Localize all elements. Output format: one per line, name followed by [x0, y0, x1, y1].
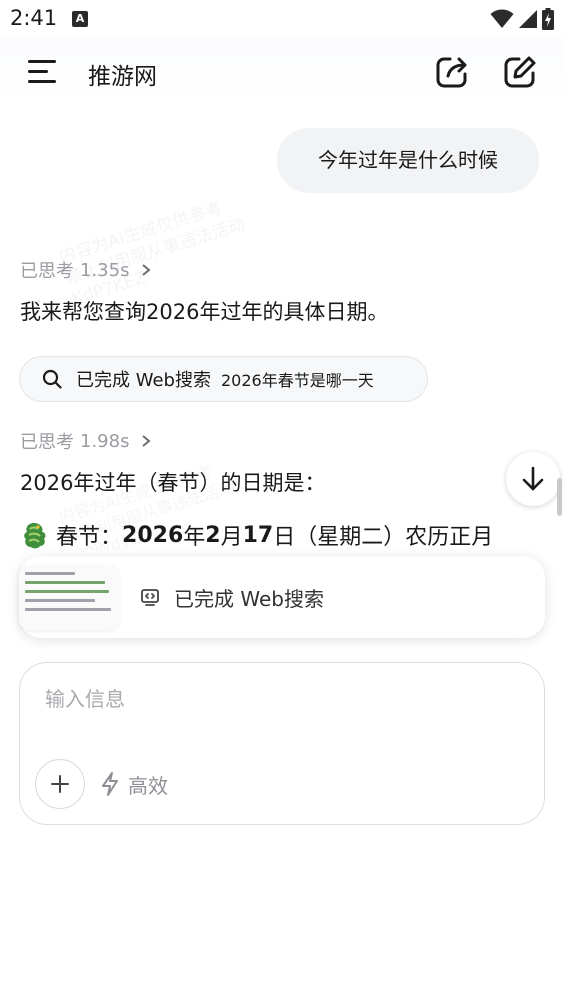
- month-unit: 月: [220, 525, 243, 550]
- wifi-icon: [490, 9, 514, 28]
- user-message-bubble[interactable]: 今年过年是什么时候: [277, 128, 539, 193]
- scrollbar-thumb[interactable]: [557, 478, 562, 516]
- festival-date-line: 春节： 2026 年 2 月 17 日 （星期二）农历正月: [20, 515, 493, 555]
- message-input-placeholder[interactable]: 输入信息: [45, 683, 125, 712]
- ai-response-text: 2026年过年（春节）的日期是：: [20, 471, 326, 495]
- festival-label: 春节：: [56, 525, 123, 550]
- thumbnail-line: [25, 581, 105, 584]
- thumbnail-line: [25, 590, 109, 593]
- festival-day: 17: [242, 522, 274, 548]
- dragon-icon: [24, 523, 46, 549]
- thinking-label: 已思考: [20, 261, 74, 282]
- thinking-toggle[interactable]: 已思考 1.98s: [20, 428, 152, 454]
- year-unit: 年: [183, 525, 206, 550]
- share-icon: [436, 57, 467, 88]
- chevron-right-icon: [142, 264, 152, 276]
- app-title: 推游网: [88, 64, 157, 90]
- festival-weekday: （星期二）农历正月: [295, 525, 494, 550]
- plus-icon: [51, 775, 69, 793]
- mode-label: 高效: [128, 773, 168, 798]
- ai-response-text: 我来帮您查询2026年过年的具体日期。: [20, 300, 389, 324]
- thumbnail-line: [25, 608, 111, 611]
- web-search-result-card[interactable]: 已完成 Web搜索: [19, 556, 545, 638]
- attach-button[interactable]: [35, 759, 85, 809]
- new-chat-icon: [504, 56, 536, 88]
- thinking-duration: 1.35s: [80, 259, 130, 281]
- message-composer[interactable]: 输入信息 高效: [19, 662, 545, 825]
- signal-icon: [519, 10, 537, 28]
- day-unit: 日: [273, 525, 296, 550]
- result-card-label: 已完成 Web搜索: [174, 587, 324, 611]
- search-result-thumbnail: [19, 566, 119, 630]
- menu-line: [28, 70, 48, 73]
- chevron-right-icon: [142, 435, 152, 447]
- thumbnail-line: [25, 599, 95, 602]
- thinking-duration: 1.98s: [80, 430, 130, 452]
- share-button[interactable]: [434, 54, 470, 90]
- festival-year: 2026: [122, 522, 184, 548]
- mode-selector-button[interactable]: 高效: [100, 769, 168, 799]
- status-icons: [490, 8, 554, 30]
- arrow-down-icon: [522, 466, 544, 491]
- status-bar: 2:41 A: [0, 0, 564, 38]
- search-icon: [42, 369, 62, 389]
- menu-line: [28, 60, 56, 63]
- web-search-query: 2026年春节是哪一天: [220, 371, 374, 390]
- battery-charging-icon: [542, 8, 554, 30]
- app-header: 推游网: [0, 38, 564, 104]
- lightning-icon: [102, 772, 118, 796]
- web-search-pill[interactable]: 已完成 Web搜索 2026年春节是哪一天: [19, 356, 428, 402]
- festival-month: 2: [205, 522, 221, 548]
- status-time: 2:41: [10, 6, 58, 30]
- web-source-icon: [141, 589, 159, 606]
- notification-badge: A: [72, 11, 88, 27]
- new-chat-button[interactable]: [502, 54, 538, 90]
- scroll-to-bottom-button[interactable]: [506, 452, 560, 506]
- thumbnail-line: [25, 572, 75, 575]
- thinking-label: 已思考: [20, 432, 74, 453]
- menu-line: [28, 80, 56, 83]
- web-search-label: 已完成 Web搜索: [76, 370, 211, 391]
- thinking-toggle[interactable]: 已思考 1.35s: [20, 257, 152, 283]
- menu-button[interactable]: [28, 58, 58, 86]
